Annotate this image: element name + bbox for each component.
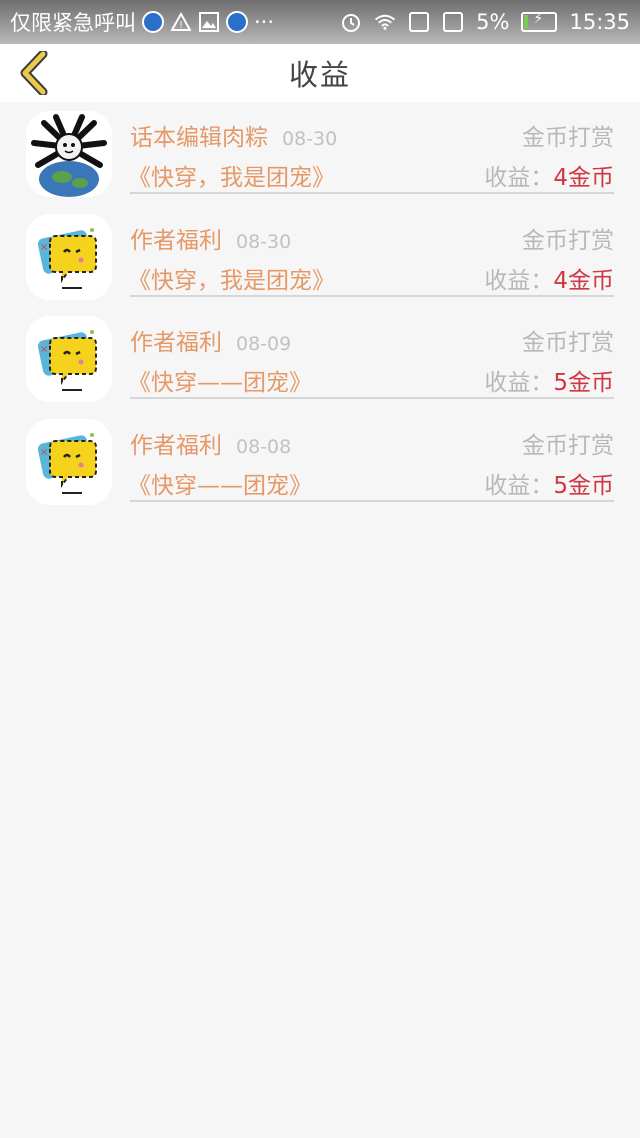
author-name: 作者福利 08-08 — [130, 426, 291, 460]
page-title: 收益 — [288, 58, 351, 92]
sim2-icon — [442, 11, 464, 33]
item-date: 08-30 — [236, 230, 292, 253]
earnings-amount: 收益：5金币 — [484, 466, 614, 500]
book-title: 《快穿，我是团宠》 — [128, 165, 335, 191]
list-item[interactable]: × 作者福利 08-09 金币打赏 《快穿——团宠》 收益：5金币 — [0, 313, 640, 416]
author-name: 话本编辑肉粽 08-30 — [130, 118, 337, 152]
item-content: 作者福利 08-30 金币打赏 《快穿，我是团宠》 收益：4金币 — [128, 211, 614, 297]
yellow-chat-bubble-avatar[interactable]: × — [26, 418, 112, 505]
author-name-text: 作者福利 — [130, 432, 222, 459]
reward-type: 金币打赏 — [522, 330, 614, 356]
earnings-label: 收益： — [484, 472, 554, 499]
more-notifications-icon: ··· — [254, 10, 275, 34]
earnings-label: 收益： — [484, 267, 554, 294]
chevron-left-icon — [20, 51, 48, 95]
book-title: 《快穿——团宠》 — [128, 370, 312, 396]
status-right: 5% 15:35 — [340, 10, 630, 34]
earnings-value: 4金币 — [553, 267, 614, 294]
svg-text:×: × — [40, 447, 48, 458]
author-name-text: 作者福利 — [130, 227, 222, 254]
clock: 15:35 — [569, 10, 630, 34]
svg-text:×: × — [40, 344, 48, 355]
earnings-amount: 收益：5金币 — [484, 363, 614, 397]
item-date: 08-30 — [282, 128, 338, 150]
broadcast-icon-2 — [226, 11, 248, 33]
wifi-icon — [374, 11, 396, 33]
book-title: 《快穿——团宠》 — [128, 472, 312, 499]
list-item[interactable]: 话本编辑肉粽 08-30 金币打赏 《快穿，我是团宠》 收益：4金币 — [0, 108, 640, 211]
earnings-value: 5金币 — [553, 472, 614, 499]
broadcast-icon — [142, 11, 164, 33]
image-icon — [198, 11, 220, 33]
list-item[interactable]: × 作者福利 08-08 金币打赏 《快穿——团宠》 收益：5金币 — [0, 416, 640, 519]
earnings-label: 收益： — [484, 165, 554, 191]
svg-text:×: × — [40, 242, 48, 253]
svg-text:!: ! — [179, 20, 183, 31]
earnings-amount: 收益：4金币 — [484, 261, 614, 295]
item-date: 08-09 — [236, 333, 292, 355]
author-name-text: 作者福利 — [130, 330, 222, 356]
status-bar: 仅限紧急呼叫 ! ··· 5% 15:35 — [0, 0, 640, 44]
item-content: 话本编辑肉粽 08-30 金币打赏 《快穿，我是团宠》 收益：4金币 — [128, 108, 614, 194]
author-name-text: 话本编辑肉粽 — [130, 125, 268, 151]
spider-meme-avatar[interactable] — [26, 111, 112, 197]
earnings-value: 5金币 — [553, 370, 614, 396]
yellow-chat-bubble-avatar[interactable]: × — [26, 213, 112, 300]
reward-type: 金币打赏 — [522, 227, 614, 254]
earnings-list: 话本编辑肉粽 08-30 金币打赏 《快穿，我是团宠》 收益：4金币 × 作者福… — [0, 108, 640, 518]
yellow-chat-bubble-avatar[interactable]: × — [26, 316, 112, 402]
author-name: 作者福利 08-30 — [130, 221, 291, 255]
emergency-call-text: 仅限紧急呼叫 — [10, 11, 136, 35]
earnings-label: 收益： — [484, 370, 554, 396]
sim1-icon — [408, 11, 430, 33]
alarm-icon — [340, 11, 362, 33]
list-item[interactable]: × 作者福利 08-30 金币打赏 《快穿，我是团宠》 收益：4金币 — [0, 211, 640, 314]
earnings-amount: 收益：4金币 — [484, 158, 614, 192]
reward-type: 金币打赏 — [522, 432, 614, 459]
item-date: 08-08 — [236, 435, 292, 458]
battery-percent: 5% — [476, 10, 510, 34]
item-content: 作者福利 08-08 金币打赏 《快穿——团宠》 收益：5金币 — [128, 416, 614, 502]
back-button[interactable] — [14, 50, 54, 96]
status-left: 仅限紧急呼叫 ! ··· — [10, 7, 340, 37]
book-title: 《快穿，我是团宠》 — [128, 267, 335, 294]
item-content: 作者福利 08-09 金币打赏 《快穿——团宠》 收益：5金币 — [128, 313, 614, 399]
earnings-value: 4金币 — [553, 165, 614, 191]
author-name: 作者福利 08-09 — [130, 323, 291, 357]
reward-type: 金币打赏 — [522, 125, 614, 151]
warning-icon: ! — [170, 11, 192, 33]
battery-icon — [521, 11, 558, 32]
header-bar: 收益 — [0, 44, 640, 102]
